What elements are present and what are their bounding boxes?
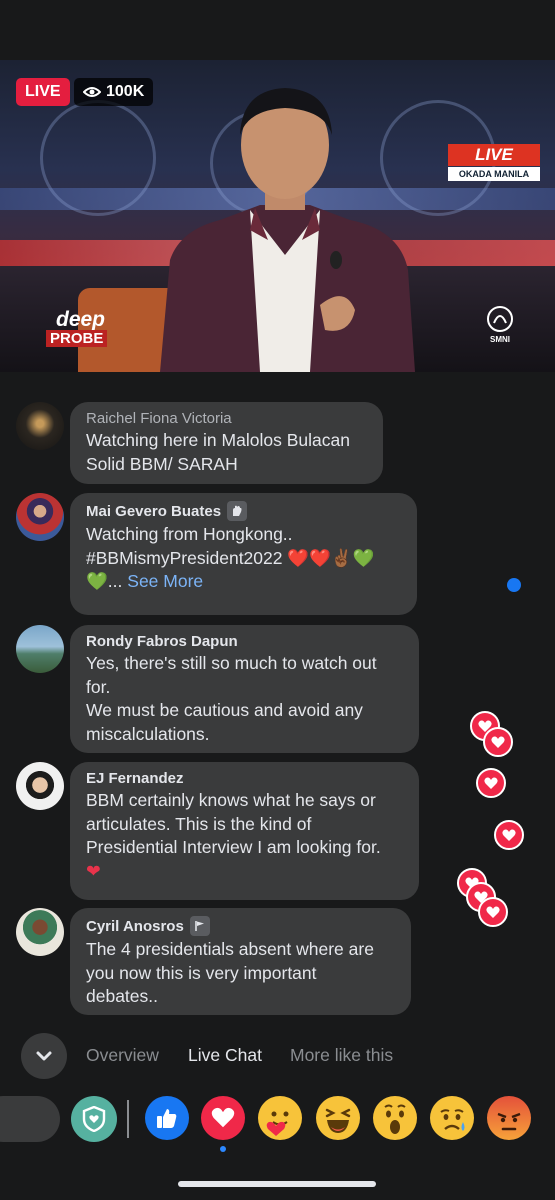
wow-reaction-button[interactable]: [373, 1096, 417, 1140]
comment-text: Watching from Hongkong.. #BBMismyPreside…: [86, 523, 401, 594]
angry-reaction-button[interactable]: [487, 1096, 531, 1140]
comment-text: BBM certainly knows what he says or arti…: [86, 790, 381, 857]
comment-bubble[interactable]: Rondy Fabros Dapun Yes, there's still so…: [70, 625, 419, 753]
like-icon: [157, 1109, 177, 1128]
sad-reaction-button[interactable]: [430, 1096, 474, 1140]
viewer-count: 100K: [106, 83, 145, 100]
comment-author[interactable]: Cyril Anosros: [86, 918, 184, 935]
comment-input[interactable]: [0, 1096, 60, 1142]
active-reaction-indicator: [220, 1146, 226, 1152]
reaction-bar: [0, 1096, 555, 1152]
love-icon: [211, 1107, 235, 1128]
tab-more-like-this[interactable]: More like this: [290, 1045, 393, 1066]
wow-icon: [384, 1104, 406, 1134]
channel-live-label: LIVE: [448, 144, 540, 166]
comment-bubble[interactable]: Raichel Fiona Victoria Watching here in …: [70, 402, 383, 484]
avatar[interactable]: [16, 493, 64, 541]
speaker-image: [160, 88, 415, 372]
comment-author[interactable]: Rondy Fabros Dapun: [86, 633, 403, 650]
floating-heart-icon: [494, 820, 524, 850]
floating-heart-icon: [476, 768, 506, 798]
tab-live-chat[interactable]: Live Chat: [188, 1045, 262, 1066]
heart-emoji: ❤: [86, 860, 101, 881]
care-reaction-button[interactable]: [258, 1096, 302, 1140]
comment-bubble[interactable]: Mai Gevero Buates Watching from Hongkong…: [70, 493, 417, 615]
comment-author[interactable]: Raichel Fiona Victoria: [86, 410, 367, 427]
like-reaction-button[interactable]: [145, 1096, 189, 1140]
clap-hand-icon: [227, 501, 248, 521]
avatar[interactable]: [16, 625, 64, 673]
live-video-player[interactable]: LIVE OKADA MANILA deep PROBE SMNI: [0, 60, 555, 372]
channel-location-label: OKADA MANILA: [448, 167, 540, 181]
network-logo-text: SMNI: [490, 335, 510, 344]
comment-text: Yes, there's still so much to watch out …: [86, 653, 377, 744]
viewer-count-badge: 100K: [74, 78, 154, 106]
haha-icon: [325, 1108, 351, 1133]
floating-like-icon: [507, 578, 521, 592]
shield-button[interactable]: [71, 1096, 117, 1142]
comment-text: Watching here in Malolos Bulacan Solid B…: [86, 430, 350, 474]
comment-author[interactable]: Mai Gevero Buates: [86, 503, 221, 520]
avatar[interactable]: [16, 402, 64, 450]
show-logo: deep PROBE: [46, 308, 108, 347]
live-badge: LIVE: [16, 78, 70, 106]
collapse-button[interactable]: [21, 1033, 67, 1079]
comment-author[interactable]: EJ Fernandez: [86, 770, 403, 787]
shield-heart-icon: [82, 1106, 106, 1132]
show-logo-top: deep: [56, 308, 106, 331]
see-more-link[interactable]: See More: [127, 571, 203, 591]
show-logo-bottom: PROBE: [46, 330, 108, 347]
eye-icon: [83, 87, 101, 97]
floating-heart-icon: [478, 897, 508, 927]
network-logo-icon: [487, 306, 513, 332]
floating-heart-icon: [483, 727, 513, 757]
sad-icon: [440, 1109, 465, 1131]
comment-bubble[interactable]: EJ Fernandez BBM certainly knows what he…: [70, 762, 419, 900]
divider: [127, 1100, 129, 1138]
care-icon: [266, 1111, 289, 1136]
channel-logo: LIVE OKADA MANILA: [448, 144, 540, 181]
avatar[interactable]: [16, 762, 64, 810]
chevron-down-icon: [36, 1051, 52, 1061]
comment-author-row: Mai Gevero Buates: [86, 501, 401, 521]
flag-icon: [189, 916, 210, 936]
tab-overview[interactable]: Overview: [86, 1045, 159, 1066]
angry-icon: [497, 1112, 521, 1131]
comment-author-row: Cyril Anosros: [86, 916, 395, 936]
home-indicator[interactable]: [178, 1181, 376, 1187]
backdrop-ring: [40, 100, 156, 216]
haha-reaction-button[interactable]: [316, 1096, 360, 1140]
comment-text: The 4 presidentials absent where are you…: [86, 939, 374, 1006]
love-reaction-button[interactable]: [201, 1096, 245, 1140]
comment-bubble[interactable]: Cyril Anosros The 4 presidentials absent…: [70, 908, 411, 1015]
tab-bar: Overview Live Chat More like this: [0, 1033, 555, 1079]
avatar[interactable]: [16, 908, 64, 956]
network-logo: SMNI: [484, 305, 516, 351]
